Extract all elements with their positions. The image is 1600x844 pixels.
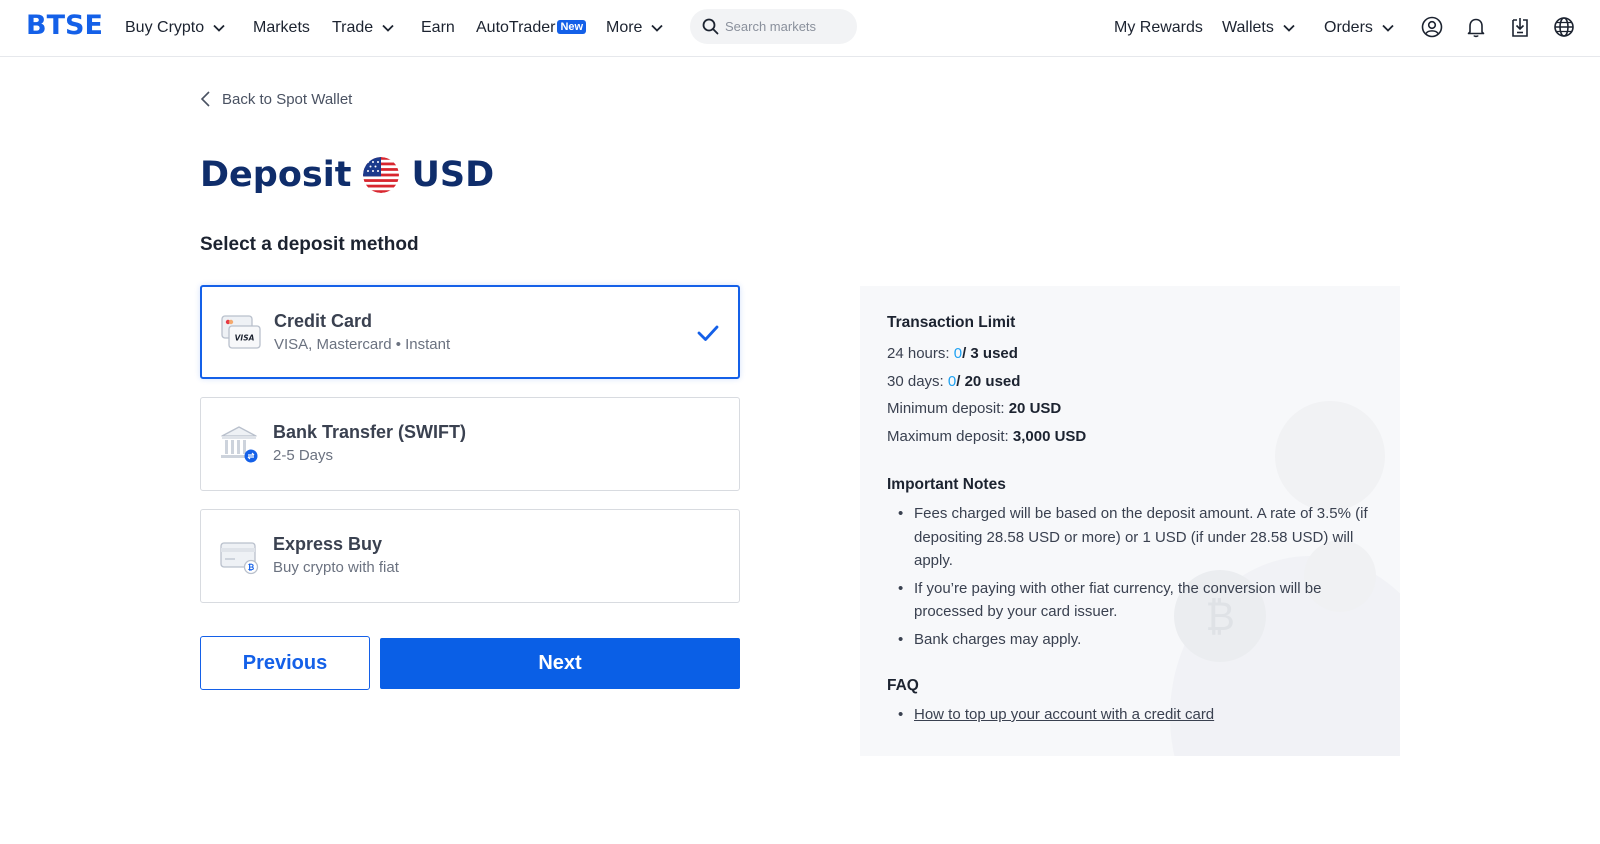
nav-label: Buy Crypto: [125, 19, 205, 36]
limit-total: / 20 used: [956, 372, 1021, 390]
nav-label: Wallets: [1222, 19, 1274, 36]
svg-text:VISA: VISA: [235, 334, 255, 343]
nav-label: AutoTrader: [476, 19, 556, 36]
bell-icon: [1467, 18, 1485, 38]
nav-earn[interactable]: Earn: [421, 16, 455, 40]
limit-30d: 30 days: 0/ 20 used: [887, 368, 1377, 396]
nav-more[interactable]: More: [606, 16, 664, 40]
chevron-down-icon: [1382, 24, 1394, 32]
important-notes-heading: Important Notes: [887, 476, 1006, 493]
chevron-left-icon: [200, 91, 210, 107]
limit-used: 0: [947, 372, 957, 390]
account-icon: [1421, 16, 1443, 38]
maximum-deposit: Maximum deposit: 3,000 USD: [887, 423, 1377, 451]
previous-button[interactable]: Previous: [200, 636, 370, 690]
faq-link[interactable]: How to top up your account with a credit…: [914, 706, 1214, 723]
title-currency: USD: [411, 155, 495, 195]
nav-buy-crypto[interactable]: Buy Crypto: [125, 16, 226, 40]
search-bar[interactable]: [690, 9, 857, 44]
method-title: Express Buy: [273, 534, 383, 554]
page-title: Deposit USD: [200, 150, 494, 200]
method-subtitle: 2-5 Days: [273, 447, 334, 464]
info-content: Transaction Limit 24 hours: 0/ 3 used 30…: [887, 314, 1377, 731]
min-value: 20 USD: [1008, 400, 1062, 417]
nav-orders[interactable]: Orders: [1324, 16, 1395, 40]
svg-text:₿: ₿: [248, 563, 255, 572]
faq-heading: FAQ: [887, 677, 919, 694]
limit-label: 24 hours:: [887, 345, 950, 362]
nav-label: My Rewards: [1114, 19, 1203, 36]
btse-logo[interactable]: BTSE: [26, 10, 103, 42]
express-buy-icon: ₿: [220, 542, 259, 575]
chevron-down-icon: [651, 24, 664, 32]
nav-my-rewards[interactable]: My Rewards: [1114, 16, 1203, 40]
limit-used: 0: [953, 345, 963, 362]
nav-label: Markets: [253, 19, 310, 36]
title-prefix: Deposit: [200, 155, 352, 195]
checkmark-icon: [697, 325, 719, 341]
search-input[interactable]: [725, 19, 845, 34]
method-title: Credit Card: [274, 311, 373, 331]
chevron-down-icon: [1283, 24, 1295, 32]
notifications-button[interactable]: [1464, 15, 1488, 39]
section-title: Select a deposit method: [200, 234, 419, 255]
note-item: If you’re paying with other fiat currenc…: [887, 577, 1377, 624]
back-link-label: Back to Spot Wallet: [222, 90, 353, 108]
nav-label: More: [606, 19, 643, 36]
new-badge: New: [557, 20, 587, 34]
download-app-button[interactable]: [1508, 15, 1532, 39]
globe-icon: [1554, 17, 1574, 37]
credit-card-icon: VISA: [221, 315, 261, 349]
deposit-method-express-buy[interactable]: ₿ Express Buy Buy crypto with fiat: [200, 509, 740, 603]
nav-label: Trade: [332, 19, 374, 36]
info-panel: ₿ Transaction Limit 24 hours: 0/ 3 used …: [860, 286, 1400, 756]
language-button[interactable]: [1552, 15, 1576, 39]
method-subtitle: VISA, Mastercard • Instant: [274, 336, 451, 353]
max-value: 3,000 USD: [1012, 427, 1087, 445]
transaction-limit-heading: Transaction Limit: [887, 314, 1016, 331]
minimum-deposit: Minimum deposit: 20 USD: [887, 395, 1377, 423]
search-icon: [702, 18, 719, 35]
nav-wallets[interactable]: Wallets: [1222, 16, 1296, 40]
back-to-spot-wallet-link[interactable]: Back to Spot Wallet: [200, 90, 352, 108]
account-button[interactable]: [1420, 15, 1444, 39]
nav-trade[interactable]: Trade: [332, 16, 395, 40]
nav-autotrader[interactable]: AutoTrader New: [476, 16, 587, 40]
deposit-method-credit-card[interactable]: VISA Credit Card VISA, Mastercard • Inst…: [200, 285, 740, 379]
method-subtitle: Buy crypto with fiat: [273, 559, 399, 576]
limit-label: 30 days:: [887, 372, 944, 390]
nav-label: Earn: [421, 19, 455, 36]
limit-24h: 24 hours: 0/ 3 used: [887, 340, 1377, 368]
download-icon: [1512, 18, 1528, 37]
note-item: Fees charged will be based on the deposi…: [887, 502, 1377, 573]
faq-item: How to top up your account with a credit…: [887, 703, 1377, 727]
nav-label: Orders: [1324, 19, 1373, 36]
chevron-down-icon: [213, 24, 225, 32]
chevron-down-icon: [382, 24, 394, 32]
faq-list: How to top up your account with a credit…: [887, 703, 1377, 727]
max-label: Maximum deposit:: [887, 427, 1009, 445]
limit-total: / 3 used: [962, 345, 1018, 362]
us-flag-icon: [363, 157, 400, 193]
method-title: Bank Transfer (SWIFT): [273, 422, 467, 442]
bank-icon: [221, 426, 258, 463]
next-button[interactable]: Next: [380, 638, 740, 689]
note-item: Bank charges may apply.: [887, 628, 1377, 652]
nav-markets[interactable]: Markets: [253, 16, 310, 40]
min-label: Minimum deposit:: [887, 400, 1005, 417]
top-navbar: BTSE Buy Crypto Markets Trade Earn AutoT…: [0, 0, 1600, 57]
important-notes-list: Fees charged will be based on the deposi…: [887, 502, 1377, 651]
deposit-method-bank-transfer[interactable]: Bank Transfer (SWIFT) 2-5 Days: [200, 397, 740, 491]
